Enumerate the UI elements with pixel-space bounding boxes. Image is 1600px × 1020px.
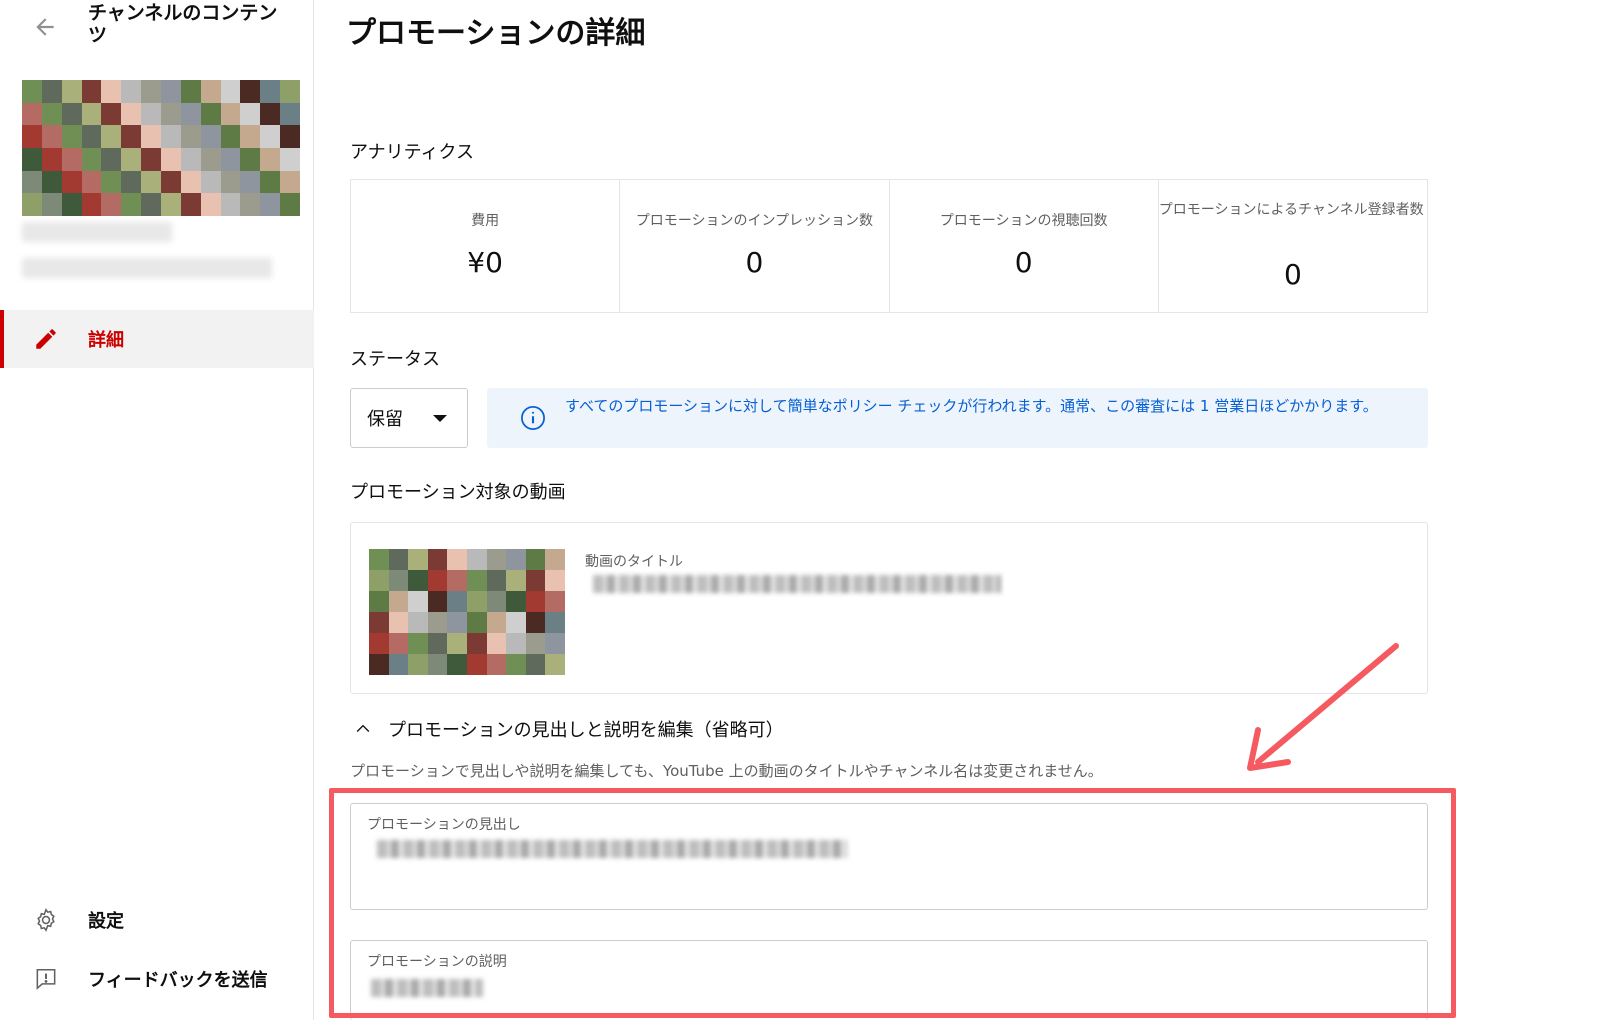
headline-field-label: プロモーションの見出し — [367, 817, 521, 833]
edit-toggle-label: プロモーションの見出しと説明を編集（省略可） — [388, 720, 784, 741]
metric-subscribers: プロモーションによるチャンネル登録者数 0 — [1159, 180, 1427, 312]
video-title-label: 動画のタイトル — [585, 554, 683, 570]
video-heading: プロモーション対象の動画 — [350, 482, 566, 503]
pencil-icon — [26, 319, 66, 359]
edit-headline-toggle[interactable]: プロモーションの見出しと説明を編集（省略可） — [350, 716, 784, 742]
metric-cost: 費用 ¥0 — [351, 180, 621, 312]
video-thumbnail — [369, 549, 565, 675]
metric-views: プロモーションの視聴回数 0 — [890, 180, 1159, 312]
metric-value: 0 — [1283, 258, 1302, 291]
status-heading: ステータス — [350, 349, 440, 370]
feedback-icon — [26, 959, 66, 999]
sidebar-item-settings[interactable]: 設定 — [0, 891, 314, 949]
sidebar-item-details[interactable]: 詳細 — [0, 310, 314, 368]
channel-title: チャンネルのコンテンツ — [88, 2, 278, 46]
sidebar: チャンネルのコンテンツ 詳細 設定 フィードバックを送信 — [0, 0, 314, 1020]
sidebar-item-label: 設定 — [88, 911, 124, 932]
caret-down-icon — [433, 414, 447, 422]
metric-value: 0 — [1014, 246, 1033, 279]
analytics-panel: 費用 ¥0 プロモーションのインプレッション数 0 プロモーションの視聴回数 0… — [350, 179, 1428, 313]
promotion-headline-field[interactable]: プロモーションの見出し — [350, 803, 1428, 910]
metric-label: プロモーションによるチャンネル登録者数 — [1158, 202, 1424, 218]
back-arrow-icon[interactable] — [28, 10, 62, 44]
page-title: プロモーションの詳細 — [346, 16, 646, 51]
description-field-label: プロモーションの説明 — [367, 954, 507, 970]
video-card: 動画のタイトル — [350, 522, 1428, 694]
analytics-heading: アナリティクス — [350, 142, 475, 163]
metric-impressions: プロモーションのインプレッション数 0 — [620, 180, 890, 312]
metric-value: ¥0 — [467, 246, 503, 279]
gear-icon — [26, 900, 66, 940]
channel-thumbnail — [22, 80, 300, 216]
metric-label: 費用 — [471, 213, 500, 229]
policy-info-box: すべてのプロモーションに対して簡単なポリシー チェックが行われます。通常、この審… — [487, 388, 1428, 448]
back-row — [28, 0, 62, 44]
sidebar-item-label: 詳細 — [88, 330, 124, 351]
info-icon — [519, 404, 547, 432]
metric-label: プロモーションのインプレッション数 — [635, 213, 874, 229]
video-title-blurred — [593, 575, 1001, 593]
description-value-blurred — [371, 979, 483, 997]
status-value: 保留 — [367, 409, 403, 430]
sidebar-item-feedback[interactable]: フィードバックを送信 — [0, 950, 314, 1008]
metric-value: 0 — [745, 246, 764, 279]
headline-value-blurred — [377, 840, 847, 858]
edit-helper-text: プロモーションで見出しや説明を編集しても、YouTube 上の動画のタイトルやチ… — [350, 762, 1103, 780]
promotion-description-field[interactable]: プロモーションの説明 — [350, 940, 1428, 1020]
sidebar-item-label: フィードバックを送信 — [88, 970, 268, 991]
channel-name-blurred — [22, 218, 300, 294]
app-root: チャンネルのコンテンツ 詳細 設定 フィードバックを送信 プロモーションの詳細 — [0, 0, 1600, 1020]
metric-label: プロモーションの視聴回数 — [939, 213, 1108, 229]
chevron-up-icon — [350, 716, 376, 742]
policy-info-text: すべてのプロモーションに対して簡単なポリシー チェックが行われます。通常、この審… — [565, 397, 1378, 415]
status-dropdown[interactable]: 保留 — [350, 388, 468, 448]
